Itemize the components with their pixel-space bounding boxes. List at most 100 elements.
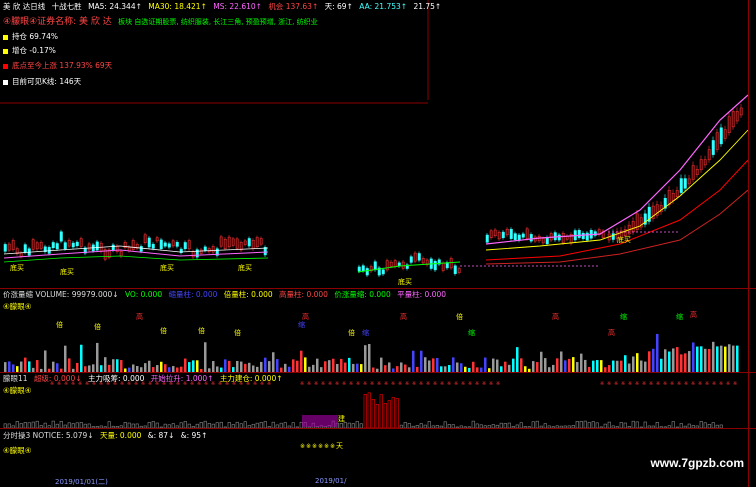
fund-signal-glyph: ※ (628, 381, 632, 387)
fund-bar (51, 420, 55, 429)
fund-signal-glyph: ※ (489, 381, 493, 387)
volume-bar (268, 361, 271, 372)
volume-bar (536, 362, 539, 372)
tick-header: 分时操3 NOTICE: 5.079↓ 天量: 0.000 &: 87↓ &: … (3, 431, 211, 441)
rise-swatch-icon (3, 63, 8, 69)
fund-signal-glyph: ※ (663, 381, 667, 387)
tick-signal-glyph: ※ (300, 443, 305, 450)
volume-bar (432, 358, 435, 372)
candle-body (163, 242, 167, 247)
volume-pane[interactable]: 倍倍高倍倍倍缩高倍缩高倍缩高高缩缩高 价涨量缩 VOLUME: 99979.00… (0, 288, 756, 372)
volume-bar (460, 363, 463, 372)
fund-bar (59, 421, 63, 429)
volume-bar (228, 360, 231, 372)
volume-bar (360, 364, 363, 372)
fund-signal-glyph: ※ (342, 381, 346, 387)
volume-tag: 缩 (298, 320, 305, 329)
candle-body (203, 246, 207, 251)
volume-bar (192, 360, 195, 372)
candle-body (3, 244, 7, 252)
fund-bar (383, 403, 387, 429)
candle-body (581, 232, 585, 240)
price-chart-canvas: 底买 底买 底买 底买底买底买 (0, 0, 749, 286)
stock-title[interactable]: 美 欣 达日线 (3, 2, 45, 11)
candle-body (75, 241, 79, 246)
volume-tag: 缩 (676, 312, 683, 321)
volume-tag: 缩 (468, 328, 475, 337)
volume-bar (244, 363, 247, 372)
candle-body (513, 233, 517, 240)
volume-bar (636, 353, 639, 372)
moving-average-line (485, 159, 749, 261)
super-label: 超级: 0.000↓ (33, 374, 82, 383)
volume-bar (240, 361, 243, 372)
volume-bar (728, 344, 731, 372)
fund-signal-glyph: ※ (454, 381, 458, 387)
volume-bar (612, 360, 615, 372)
main-chart-pane[interactable]: 底买 底买 底买 底买 底买 底买 美 欣 达日线 十战七胜 MA5: 24.344↑ M… (0, 0, 756, 288)
candle-body (361, 265, 365, 272)
volume-bar (648, 351, 651, 372)
candle-body (719, 127, 723, 145)
volume-bar (640, 360, 643, 372)
candle-body (711, 140, 715, 155)
volume-bar (688, 351, 691, 372)
tick-pane[interactable]: ※ ※ ※ ※ ※ ※ 天 分时操3 NOTICE: 5.079↓ 天量: 0.000 &:… (0, 428, 756, 487)
volume-bar (572, 357, 575, 372)
volume-bar (52, 361, 55, 372)
volume-title: 价涨量缩 VOLUME: 99979.000↓ (3, 290, 119, 299)
volume-tag: 高 (302, 312, 309, 321)
volume-bar (380, 357, 383, 372)
volume-bar (112, 359, 115, 372)
volume-bar (404, 364, 407, 372)
volume-bar (120, 360, 123, 372)
flat-label: 平量柱: 0.000 (397, 290, 446, 299)
volume-bar (412, 350, 415, 372)
volume-bar (448, 365, 451, 372)
fund-signal-glyph: ※ (621, 381, 625, 387)
volume-bar (236, 360, 239, 372)
volume-tag: 倍 (94, 322, 101, 331)
volume-bar (736, 345, 739, 372)
volume-bar (644, 361, 647, 372)
volume-bar (704, 348, 707, 372)
double-label: 倍量柱: 0.000 (223, 290, 273, 299)
fund-signal-glyph: ※ (377, 381, 381, 387)
volume-bar (508, 364, 511, 372)
info-name-row: ④朦眼④证券名称: 美 欣 达 板块 自选证期股票, 纺织服装, 长江三角, 预… (3, 17, 322, 27)
fund-signal-glyph: ※ (384, 381, 388, 387)
fund-bar (203, 420, 207, 429)
candle-body (509, 228, 513, 239)
volume-bar (76, 362, 79, 372)
candle-body (381, 269, 385, 275)
candle-body (59, 231, 63, 242)
volume-bar (660, 358, 663, 372)
volume-chart-canvas: 倍倍高倍倍倍缩高倍 缩高 倍缩高高缩缩高 (4, 310, 739, 372)
candle-body (557, 234, 561, 241)
volume-bar (348, 357, 351, 372)
candle-body (147, 237, 151, 248)
fund-bar (575, 421, 579, 429)
tick-sublabel: ④朦眼④ (3, 446, 32, 455)
add-ratio: 增仓 -0.17% (3, 46, 60, 56)
fund-signal-glyph: ※ (321, 381, 325, 387)
volume-bar (560, 351, 563, 372)
volume-bar (312, 364, 315, 372)
fund-bar (375, 404, 379, 429)
candle-body (357, 266, 361, 272)
volume-bar (596, 360, 599, 372)
fund-signal-glyph: ※ (314, 381, 318, 387)
fund-tag: 建 (338, 414, 345, 423)
volume-bar (624, 355, 627, 372)
candle-body (183, 242, 187, 250)
volume-bar (676, 347, 679, 372)
volume-bar (552, 364, 555, 372)
volume-tag: 高 (608, 328, 615, 337)
fund-flow-pane[interactable]: ※ ※ ※ ※ ※ ※ ※ ※ ※ ※ ※ ※ ※ ※ ※ ※ ※ ※ ※ ※ ※ ※ ※ ※ ※ ※ ※ ※ ※ ※ ※ ※ ※ ※ ※ ※ ※ ※ ※ ※… (0, 372, 756, 429)
volume-bar (700, 346, 703, 372)
volume-bar (628, 363, 631, 372)
hold-ratio: 持仓 69.74% (3, 32, 62, 42)
volume-bar (492, 358, 495, 372)
fund-signal-glyph: ※ (412, 381, 416, 387)
volume-bar (44, 350, 47, 372)
